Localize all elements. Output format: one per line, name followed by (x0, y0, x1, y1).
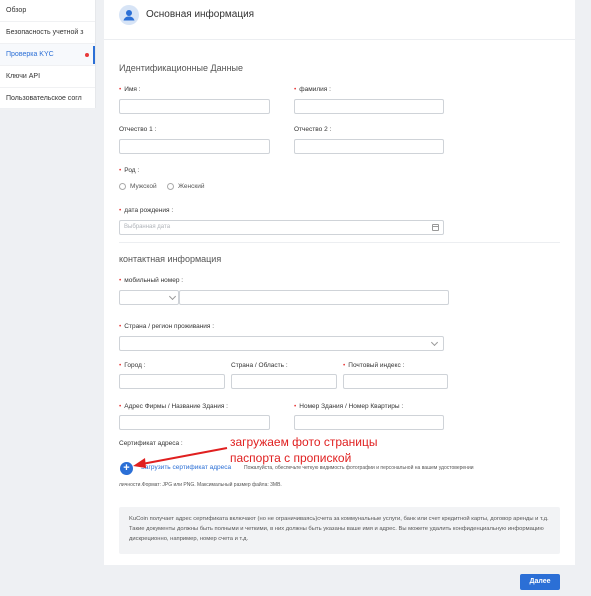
patronymic1-label: Отчество 1 : (119, 126, 157, 133)
name-label: • Имя : (119, 86, 141, 93)
calendar-icon (432, 224, 439, 231)
card-header: Основная информация (104, 0, 575, 40)
notification-dot (85, 53, 89, 57)
address-input[interactable] (119, 415, 270, 430)
section-divider (119, 242, 560, 243)
sidebar-item-label: Пользовательское согл (6, 95, 82, 102)
sidebar-item-label: Проверка KYC (6, 51, 54, 58)
address-note-text: KuCoin получает адрес сертификата включа… (129, 516, 549, 542)
address-note-box: KuCoin получает адрес сертификата включа… (119, 507, 560, 554)
country-label: • Страна / регион проживания : (119, 323, 215, 330)
sidebar-item-label: Ключи API (6, 73, 41, 80)
sidebar-item-security[interactable]: Безопасность учетной з (0, 22, 95, 44)
upload-hint-format: личности.Формат: JPG или PNG. Максимальн… (119, 482, 282, 488)
zip-label: • Почтовый индекс : (343, 362, 405, 369)
chevron-down-icon (430, 338, 439, 347)
sidebar-item-agreement[interactable]: Пользовательское согл (0, 88, 95, 110)
dob-placeholder: Выбранная дата (124, 224, 171, 230)
user-icon (119, 5, 139, 25)
state-label: Страна / Область : (231, 362, 288, 369)
kyc-sidebar: Обзор Безопасность учетной з Проверка KY… (0, 0, 96, 110)
gender-male-label: Мужской (130, 183, 157, 190)
phone-number-input[interactable] (179, 290, 449, 305)
dob-label: • дата рождения : (119, 207, 174, 214)
sidebar-item-api[interactable]: Ключи API (0, 66, 95, 88)
gender-female-label: Женский (178, 183, 205, 190)
first-name-input[interactable] (119, 99, 270, 114)
next-button[interactable]: Далее (520, 574, 560, 590)
sidebar-item-kyc[interactable]: Проверка KYC (0, 44, 95, 66)
phone-code-select[interactable] (119, 290, 179, 305)
city-input[interactable] (119, 374, 225, 389)
gender-male-radio[interactable] (119, 183, 126, 190)
address-label: • Адрес Фирмы / Название Здания : (119, 403, 228, 410)
sidebar-item-label: Обзор (6, 7, 27, 14)
city-label: • Город : (119, 362, 146, 369)
gender-label: • Род : (119, 167, 140, 174)
last-name-input[interactable] (294, 99, 444, 114)
page-title: Основная информация (146, 9, 255, 20)
state-input[interactable] (231, 374, 337, 389)
sidebar-item-overview[interactable]: Обзор (0, 0, 95, 22)
contact-section-title: контактная информация (119, 254, 222, 264)
annotation-arrow (133, 447, 228, 468)
building-input[interactable] (294, 415, 444, 430)
gender-female-radio[interactable] (167, 183, 174, 190)
zip-input[interactable] (343, 374, 448, 389)
identity-section-title: Идентификационные Данные (119, 63, 244, 73)
patronymic2-label: Отчество 2 : (294, 126, 332, 133)
phone-label: • мобильный номер : (119, 277, 184, 284)
building-label: • Номер Здания / Номер Квартиры : (294, 403, 404, 410)
patronymic2-input[interactable] (294, 139, 444, 154)
dob-date-picker[interactable]: Выбранная дата (119, 220, 444, 235)
patronymic1-input[interactable] (119, 139, 270, 154)
sidebar-item-label: Безопасность учетной з (6, 29, 84, 36)
surname-label: • фамилия : (294, 86, 331, 93)
country-select[interactable] (119, 336, 444, 351)
annotation-text: загружаем фото страницы паспорта с пропи… (230, 435, 378, 465)
chevron-down-icon (168, 292, 177, 301)
